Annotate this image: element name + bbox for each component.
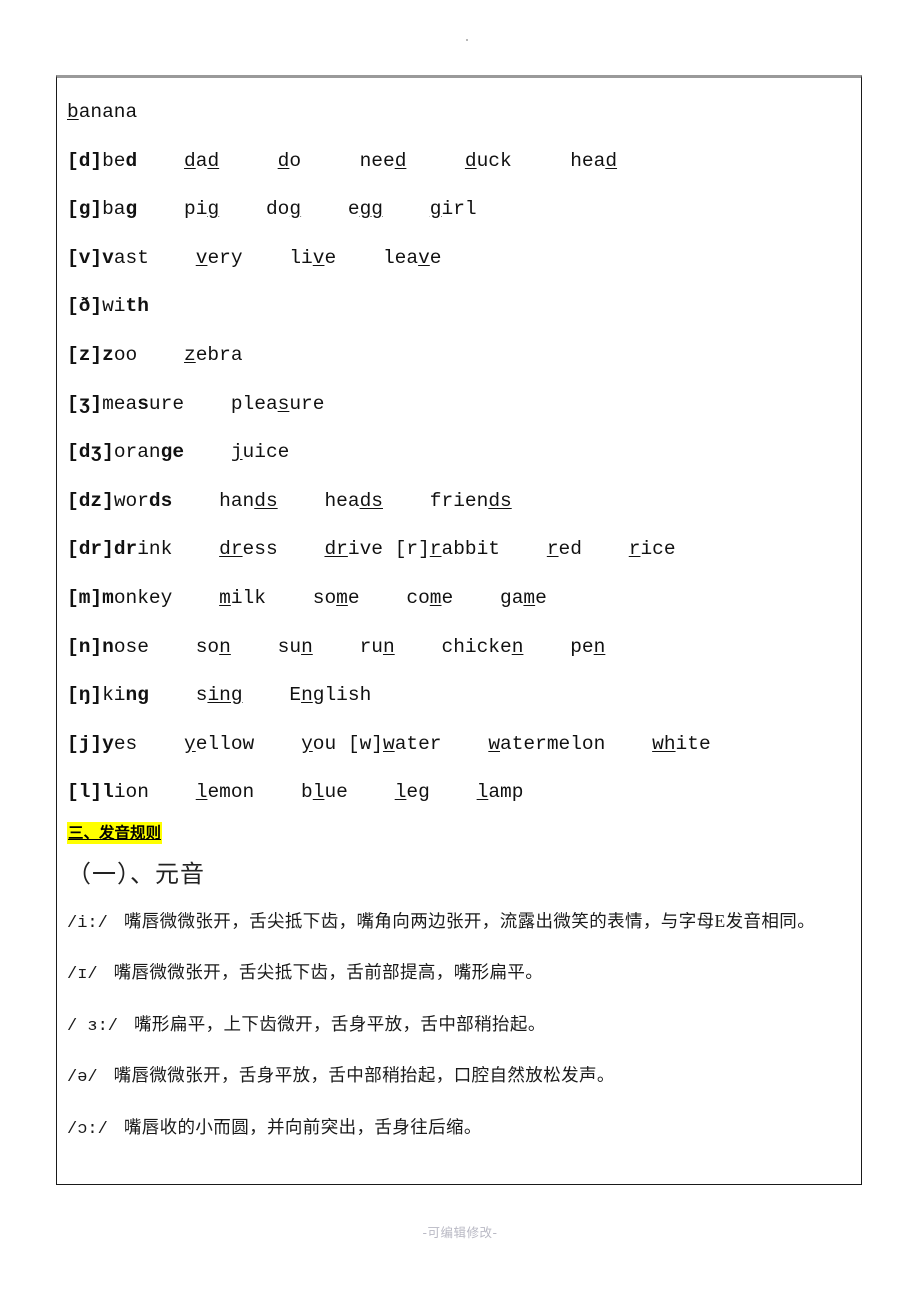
vowel-description-i-long: 嘴唇微微张开，舌尖抵下齿，嘴角向两边张开，流露出微笑的表情，与字母E发音相同。: [123, 910, 816, 931]
vowel-description-er-long: 嘴形扁平，上下齿微开，舌身平放，舌中部稍抬起。: [134, 1013, 546, 1034]
vowel-entry-i-short: /ɪ/嘴唇微微张开，舌尖抵下齿，舌前部提高，嘴形扁平。: [67, 948, 853, 1000]
phonetic-symbol-d: [d]: [67, 149, 103, 172]
phonetic-symbol-j: [j]: [67, 732, 103, 755]
ipa-i-short: /ɪ/: [67, 965, 98, 985]
phonetic-symbol-r: [r]: [394, 538, 430, 561]
vowel-entry-er-long: / ɜ:/ 嘴形扁平，上下齿微开，舌身平放，舌中部稍抬起。: [67, 1000, 853, 1052]
phonetic-row-dr: [dr]drink dress drive [r]rabbit red rice: [67, 538, 676, 561]
phonetic-row-m: [m]monkey milk some come game: [67, 586, 547, 609]
phonetic-symbol-ng: [ŋ]: [67, 684, 103, 707]
phonetic-row-n: [n]nose son sun run chicken pen: [67, 635, 606, 658]
phonetic-symbol-dr: [dr]: [67, 538, 114, 561]
phonetic-row-d: [d]bed dad do need duck head: [67, 149, 618, 172]
vowel-description-open-o: 嘴唇收的小而圆，并向前突出，舌身往后缩。: [123, 1116, 482, 1137]
section-heading: 三、发音规则: [67, 821, 163, 844]
phonetic-symbol-z: [z]: [67, 343, 103, 366]
vowel-description-i-short: 嘴唇微微张开，舌尖抵下齿，舌前部提高，嘴形扁平。: [113, 962, 544, 983]
phonetic-row-eth: [ð]with: [67, 295, 149, 318]
phonetic-row-ng: [ŋ]king sing English: [67, 684, 372, 707]
page-artifact-dot: [466, 39, 468, 41]
section-subheading: （一）、元音: [67, 861, 205, 888]
phonetic-symbol-eth: [ð]: [67, 295, 103, 318]
ipa-i-long: /i:/: [67, 913, 108, 933]
phonetic-row-z: [z]zoo zebra: [67, 343, 243, 366]
vowel-entry-open-o: /ɔ:/ 嘴唇收的小而圆，并向前突出，舌身往后缩。: [67, 1103, 853, 1155]
ipa-schwa: /ə/: [67, 1068, 98, 1088]
ipa-er-long: / ɜ:/: [67, 1016, 119, 1036]
phonetic-row-j: [j]yes yellow you [w]water watermelon wh…: [67, 732, 711, 755]
phonetic-row-zh: [ʒ]measure pleasure: [67, 392, 325, 415]
phonetic-symbol-dzh: [dʒ]: [67, 441, 114, 464]
vowel-description-schwa: 嘴唇微微张开，舌身平放，舌中部稍抬起，口腔自然放松发声。: [113, 1065, 615, 1086]
document-frame: banana [d]bed dad do need duck head [g]b…: [56, 75, 862, 1185]
phonetic-row-banana: banana: [67, 101, 138, 123]
document-body: banana [d]bed dad do need duck head [g]b…: [57, 78, 861, 1154]
phonetic-symbol-n: [n]: [67, 635, 103, 658]
phonetic-symbol-v: [v]: [67, 246, 103, 269]
vowel-entry-schwa: /ə/嘴唇微微张开，舌身平放，舌中部稍抬起，口腔自然放松发声。: [67, 1051, 853, 1103]
phonetic-symbol-zh: [ʒ]: [67, 392, 103, 415]
phonetic-symbol-w: [w]: [347, 732, 383, 755]
phonetic-row-l: [l]lion lemon blue leg lamp: [67, 781, 524, 804]
section-heading-row: 三、发音规则: [67, 817, 853, 849]
page-footer: -可编辑修改-: [422, 1225, 498, 1240]
phonetic-row-dz: [dz]words hands heads friends: [67, 489, 512, 512]
phonetic-symbol-g: [g]: [67, 198, 103, 221]
phonetic-row-g: [g]bag pig dog egg girl: [67, 198, 477, 221]
phonetic-row-dzh: [dʒ]orange juice: [67, 441, 290, 464]
phonetic-symbol-l: [l]: [67, 781, 103, 804]
vowel-entry-i-long: /i:/ 嘴唇微微张开，舌尖抵下齿，嘴角向两边张开，流露出微笑的表情，与字母E发音…: [67, 897, 853, 949]
phonetic-symbol-m: [m]: [67, 586, 103, 609]
phonetic-row-v: [v]vast very live leave: [67, 246, 442, 269]
ipa-open-o: /ɔ:/: [67, 1119, 108, 1139]
phonetic-symbol-dz: [dz]: [67, 489, 114, 512]
